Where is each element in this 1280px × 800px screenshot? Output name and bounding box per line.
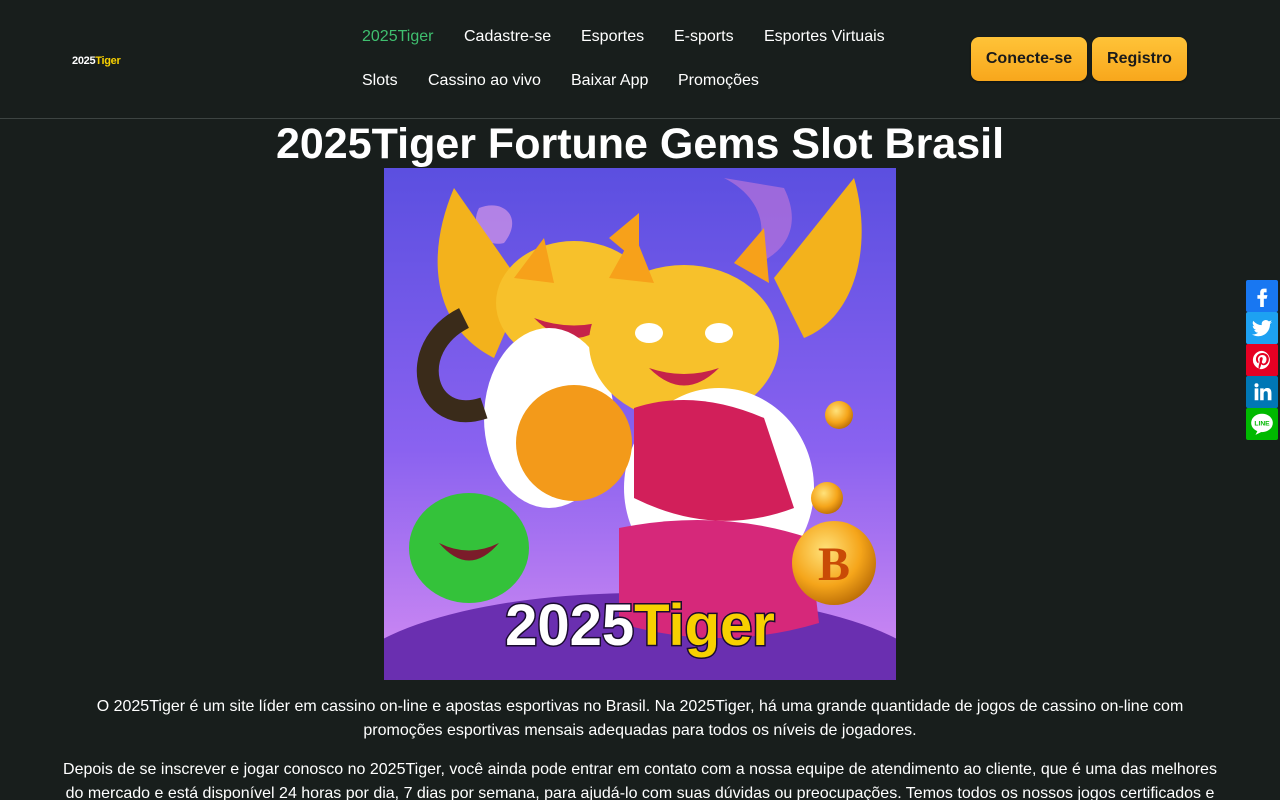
linkedin-share-button[interactable] [1246,376,1278,408]
intro-paragraph: O 2025Tiger é um site líder em cassino o… [96,698,1184,739]
page-title: 2025Tiger Fortune Gems Slot Brasil [275,120,1005,168]
login-button[interactable]: Conecte-se [971,37,1087,81]
register-button[interactable]: Registro [1092,37,1187,81]
coin-letter: B [818,538,850,591]
line-share-button[interactable]: LINE [1246,408,1278,440]
nav-item-esports[interactable]: E-sports [674,28,734,46]
site-header: 2025Tiger 2025Tiger Cadastre-se Esportes… [0,0,1280,119]
pinterest-share-button[interactable] [1246,344,1278,376]
facebook-share-button[interactable] [1246,280,1278,312]
twitter-icon [1251,320,1273,337]
hero-image: B 2025Tiger [384,168,896,680]
hero-brand-tiger: Tiger [634,593,775,658]
hero-brand-num: 2025 [505,593,634,658]
nav-item-cadastre[interactable]: Cadastre-se [464,28,551,46]
support-paragraph: Depois de se inscrever e jogar conosco n… [63,761,1217,800]
twitter-share-button[interactable] [1246,312,1278,344]
svg-text:LINE: LINE [1254,421,1270,428]
nav-item-esportes[interactable]: Esportes [581,28,644,46]
nav-item-promocoes[interactable]: Promoções [678,72,759,90]
linkedin-icon [1254,383,1272,401]
facebook-icon [1257,288,1268,307]
nav-item-esportes-virtuais[interactable]: Esportes Virtuais [764,28,885,46]
nav-item-cassino-ao-vivo[interactable]: Cassino ao vivo [428,72,541,90]
nav-item-home[interactable]: 2025Tiger [362,28,433,46]
line-icon: LINE [1251,413,1273,435]
hero-brand-text: 2025Tiger [505,593,775,658]
nav-item-slots[interactable]: Slots [362,72,398,90]
nav-item-baixar-app[interactable]: Baixar App [571,72,648,90]
main-nav: 2025Tiger Cadastre-se Esportes E-sports … [0,0,1280,118]
pinterest-icon [1252,350,1270,370]
